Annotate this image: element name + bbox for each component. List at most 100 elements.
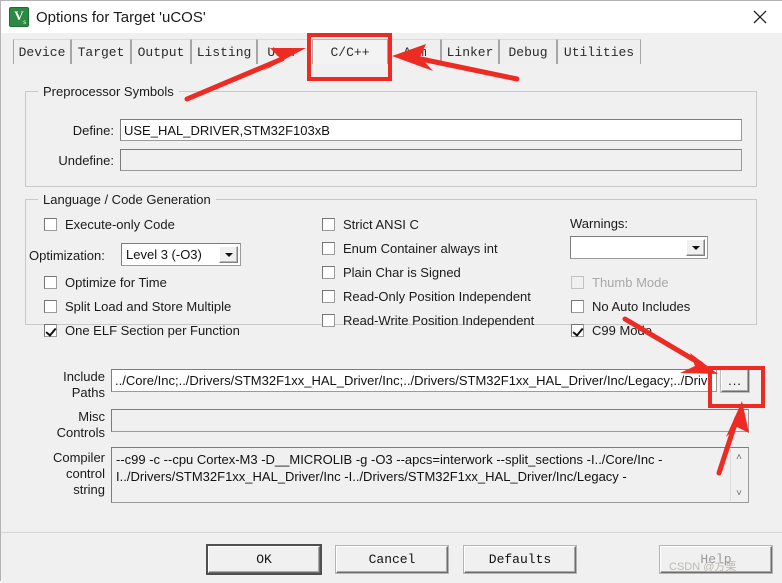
compiler-string-scrollbar[interactable]: ˄ ˅	[730, 449, 747, 501]
chevron-down-icon[interactable]	[686, 239, 705, 256]
optimization-label: Optimization:	[29, 248, 105, 263]
checkbox-box	[571, 324, 584, 337]
checkbox-box	[571, 276, 584, 289]
close-window-button[interactable]	[737, 1, 782, 32]
tab-label: Listing	[196, 44, 252, 60]
c-cpp-tab-panel: Preprocessor Symbols Define: USE_HAL_DRI…	[1, 64, 782, 532]
tab-label: Asm	[403, 44, 427, 60]
undefine-input[interactable]	[120, 149, 742, 171]
checkbox-strict-ansi-c[interactable]: Strict ANSI C	[322, 217, 419, 232]
checkbox-enum-container-always-int[interactable]: Enum Container always int	[322, 241, 498, 256]
scroll-up-icon[interactable]: ˄	[731, 449, 747, 465]
checkbox-label: Thumb Mode	[592, 275, 669, 290]
tab-target[interactable]: Target	[71, 39, 131, 64]
warnings-select[interactable]	[570, 236, 708, 259]
checkbox-label: C99 Mode	[592, 323, 652, 338]
dialog-footer: OK Cancel Defaults Help CSDN @方栗	[1, 532, 782, 583]
ok-button[interactable]: OK	[208, 546, 320, 573]
checkbox-no-auto-includes[interactable]: No Auto Includes	[571, 299, 690, 314]
define-input[interactable]: USE_HAL_DRIVER,STM32F103xB	[120, 119, 742, 141]
tab-label: Target	[77, 44, 125, 60]
tab-label: Device	[18, 44, 66, 60]
checkbox-box	[44, 324, 57, 337]
group-legend: Language / Code Generation	[38, 192, 216, 207]
checkbox-box	[322, 242, 335, 255]
compiler-control-string-label-line1: Compiler	[52, 450, 105, 465]
checkbox-one-elf-section-per-function[interactable]: One ELF Section per Function	[44, 323, 240, 338]
include-paths-browse-button[interactable]: ...	[721, 369, 749, 392]
compiler-control-string-label-line3: string	[73, 482, 105, 497]
define-label: Define:	[72, 123, 114, 138]
optimization-select[interactable]: Level 3 (-O3)	[121, 243, 241, 266]
scroll-down-icon[interactable]: ˅	[731, 485, 747, 501]
checkbox-label: Optimize for Time	[65, 275, 167, 290]
tab-c-cpp[interactable]: C/C++	[312, 39, 388, 65]
tab-label: User	[267, 44, 299, 60]
tab-label: C/C++	[330, 44, 370, 60]
csdn-watermark: CSDN @方栗	[669, 561, 737, 573]
window-title: Options for Target 'uCOS'	[36, 8, 206, 26]
include-paths-label-line2: Paths	[71, 385, 105, 400]
checkbox-box	[322, 290, 335, 303]
tab-label: Linker	[446, 44, 494, 60]
misc-controls-label-line2: Controls	[56, 425, 105, 440]
undefine-label: Undefine:	[58, 153, 114, 168]
tab-label: Debug	[508, 44, 548, 60]
tab-asm[interactable]: Asm	[389, 39, 441, 64]
group-legend: Preprocessor Symbols	[38, 84, 179, 99]
keil-uvision-icon: Vs	[9, 7, 29, 27]
include-paths-label-line1: Include	[63, 369, 105, 384]
close-icon	[753, 10, 767, 23]
tab-utilities[interactable]: Utilities	[557, 39, 641, 64]
cancel-button[interactable]: Cancel	[336, 546, 448, 573]
compiler-control-string-textarea[interactable]: --c99 -c --cpu Cortex-M3 -D__MICROLIB -g…	[111, 447, 749, 503]
checkbox-box	[44, 276, 57, 289]
checkbox-label: Read-Write Position Independent	[343, 313, 535, 328]
checkbox-label: Strict ANSI C	[343, 217, 419, 232]
checkbox-c99-mode[interactable]: C99 Mode	[571, 323, 652, 338]
optimization-value: Level 3 (-O3)	[126, 247, 202, 262]
tab-output[interactable]: Output	[131, 39, 191, 64]
checkbox-execute-only-code[interactable]: Execute-only Code	[44, 217, 175, 232]
tab-debug[interactable]: Debug	[499, 39, 557, 64]
compiler-string-line-1: --c99 -c --cpu Cortex-M3 -D__MICROLIB -g…	[116, 452, 663, 467]
checkbox-plain-char-is-signed[interactable]: Plain Char is Signed	[322, 265, 461, 280]
checkbox-label: No Auto Includes	[592, 299, 691, 314]
misc-controls-input[interactable]	[111, 409, 749, 432]
checkbox-label: Enum Container always int	[343, 241, 498, 256]
misc-controls-label-line1: Misc	[78, 409, 105, 424]
tab-label: Output	[137, 44, 185, 60]
compiler-string-line-2: I../Drivers/STM32F1xx_HAL_Driver/Inc -I.…	[116, 469, 627, 484]
checkbox-label: Read-Only Position Independent	[343, 289, 531, 304]
options-dialog: Vs Options for Target 'uCOS' Device Targ…	[0, 0, 782, 583]
checkbox-read-only-position-independent[interactable]: Read-Only Position Independent	[322, 289, 531, 304]
tab-strip: Device Target Output Listing User C/C++ …	[1, 33, 782, 65]
checkbox-label: One ELF Section per Function	[65, 323, 240, 338]
checkbox-box	[44, 218, 57, 231]
checkbox-read-write-position-independent[interactable]: Read-Write Position Independent	[322, 313, 534, 328]
checkbox-label: Split Load and Store Multiple	[65, 299, 232, 314]
preprocessor-symbols-group: Preprocessor Symbols Define: USE_HAL_DRI…	[25, 84, 757, 187]
defaults-button[interactable]: Defaults	[464, 546, 576, 573]
checkbox-box	[322, 314, 335, 327]
checkbox-box	[322, 218, 335, 231]
compiler-control-string-label-line2: control	[65, 466, 105, 481]
chevron-down-icon[interactable]	[219, 246, 238, 263]
checkbox-label: Execute-only Code	[65, 217, 175, 232]
language-code-generation-group: Language / Code Generation Execute-only …	[25, 192, 757, 338]
tab-listing[interactable]: Listing	[191, 39, 257, 64]
tab-device[interactable]: Device	[13, 39, 71, 64]
include-paths-input[interactable]: ../Core/Inc;../Drivers/STM32F1xx_HAL_Dri…	[111, 369, 717, 392]
tab-label: Utilities	[563, 44, 635, 60]
tab-linker[interactable]: Linker	[441, 39, 499, 64]
checkbox-thumb-mode: Thumb Mode	[571, 275, 669, 290]
checkbox-split-load-and-store-multiple[interactable]: Split Load and Store Multiple	[44, 299, 231, 314]
checkbox-box	[44, 300, 57, 313]
title-bar: Vs Options for Target 'uCOS'	[1, 1, 782, 33]
checkbox-label: Plain Char is Signed	[343, 265, 461, 280]
checkbox-optimize-for-time[interactable]: Optimize for Time	[44, 275, 167, 290]
warnings-label: Warnings:	[570, 216, 629, 231]
tab-user[interactable]: User	[257, 39, 309, 64]
checkbox-box	[571, 300, 584, 313]
checkbox-box	[322, 266, 335, 279]
